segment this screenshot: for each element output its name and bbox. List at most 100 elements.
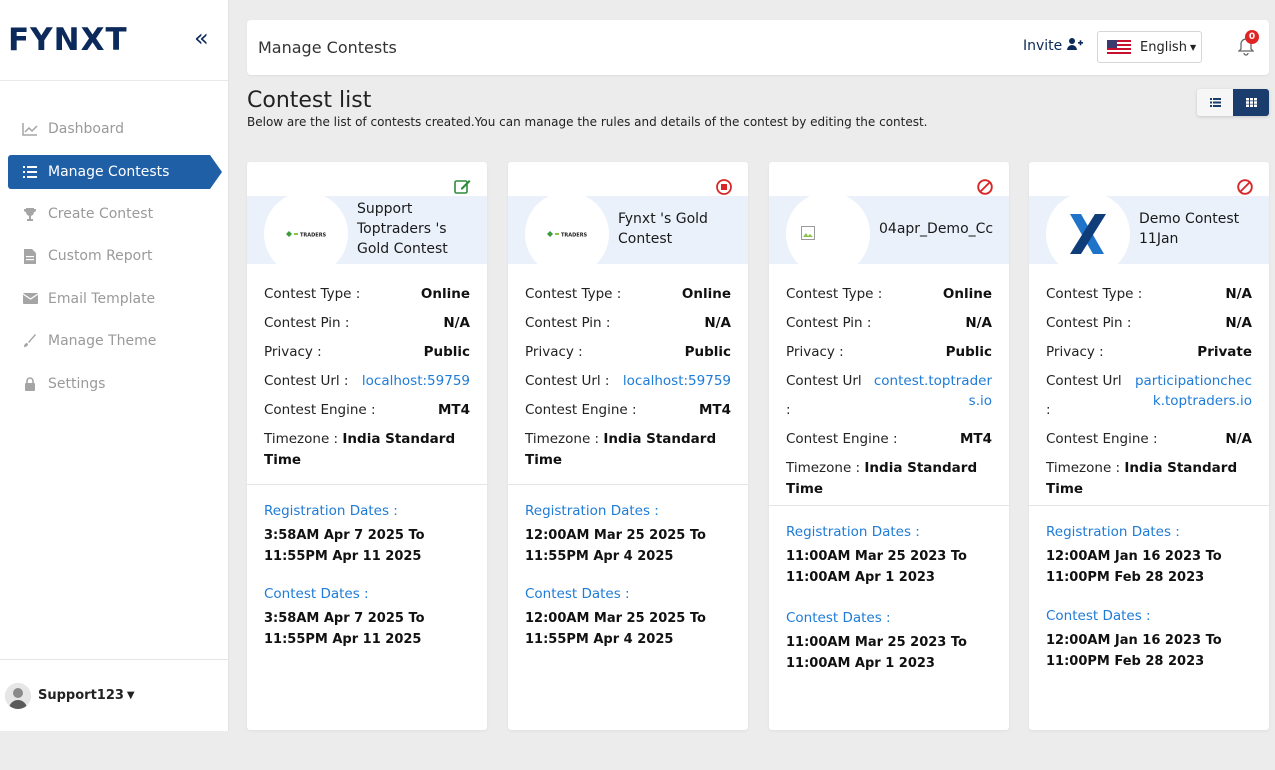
detail-pin: Contest Pin : N/A	[1046, 309, 1252, 338]
contest-dates-value: 12:00AM Mar 25 2025 To 11:55PM Apr 4 202…	[525, 609, 735, 650]
label: Contest Type :	[786, 286, 883, 302]
label: Timezone :	[1046, 460, 1121, 476]
sidebar-item-manage-theme[interactable]: Manage Theme	[0, 320, 229, 363]
contest-url-link[interactable]: participationcheck.toptraders.io	[1130, 367, 1252, 425]
divider	[247, 484, 487, 485]
notifications-button[interactable]: 0	[1237, 30, 1259, 60]
to: To	[950, 549, 967, 564]
value: N/A	[1225, 315, 1252, 331]
sidebar-item-label: Email Template	[48, 290, 156, 307]
caret-down-icon: ▼	[126, 690, 135, 701]
sidebar-item-custom-report[interactable]: Custom Report	[0, 235, 229, 278]
sidebar-item-create-contest[interactable]: Create Contest	[0, 193, 229, 236]
contest-dates: Contest Dates : 12:00AM Mar 25 2025 To 1…	[525, 586, 735, 650]
contest-url-link[interactable]: localhost:59759	[362, 367, 470, 396]
brush-icon	[22, 333, 38, 349]
collapse-sidebar-icon[interactable]: «	[194, 26, 209, 50]
registration-dates: Registration Dates : 11:00AM Mar 25 2023…	[786, 524, 996, 588]
value: Online	[681, 286, 731, 302]
contest-name: Support Toptraders 's Gold Contest	[357, 201, 448, 257]
detail-type: Contest Type : Online	[786, 280, 992, 309]
list-view-icon	[1209, 98, 1221, 107]
contest-dates-value: 11:00AM Mar 25 2023 To 11:00AM Apr 1 202…	[786, 633, 996, 674]
registration-label: Registration Dates :	[264, 503, 398, 519]
value: MT4	[437, 402, 470, 418]
detail-pin: Contest Pin : N/A	[786, 309, 992, 338]
trophy-icon	[22, 206, 38, 222]
contest-card: 04apr_Demo_Cc Contest Type : Online Conte…	[769, 162, 1009, 730]
language-select[interactable]: English ▼	[1097, 31, 1202, 63]
envelope-icon	[22, 291, 38, 307]
disabled-contest-button[interactable]	[977, 179, 993, 199]
top-bar: Manage Contests Invite English ▼ 0	[247, 20, 1269, 75]
contest-dates: Contest Dates : 11:00AM Mar 25 2023 To 1…	[786, 610, 996, 674]
contest-dates: Contest Dates : 12:00AM Jan 16 2023 To 1…	[1046, 608, 1256, 672]
detail-privacy: Privacy : Public	[525, 338, 731, 367]
detail-type: Contest Type : N/A	[1046, 280, 1252, 309]
contest-dates-label: Contest Dates :	[525, 586, 630, 602]
contest-details: Contest Type : Online Contest Pin : N/A Pr…	[525, 280, 731, 470]
sidebar-item-settings[interactable]: Settings	[0, 363, 229, 406]
stop-contest-button[interactable]	[716, 179, 732, 199]
value: Online	[942, 286, 992, 302]
sidebar-item-label: Custom Report	[48, 248, 153, 265]
label: Contest Type :	[1046, 286, 1143, 302]
contest-logo: TRADERS	[525, 192, 609, 276]
sidebar-item-manage-contests[interactable]: Manage Contests	[8, 154, 222, 189]
divider	[1029, 505, 1269, 506]
sidebar-item-label: Manage Theme	[48, 333, 157, 350]
svg-text:TRADERS: TRADERS	[561, 233, 588, 239]
user-plus-icon	[1067, 38, 1084, 54]
end: 11:00AM Apr 1 2023	[786, 655, 935, 671]
detail-type: Contest Type : Online	[264, 280, 470, 309]
sidebar-item-label: Settings	[48, 375, 106, 392]
contest-url-link[interactable]: localhost:59759	[623, 367, 731, 396]
value: N/A	[1225, 431, 1252, 447]
list-icon	[22, 164, 38, 180]
caret-down-icon: ▼	[1189, 42, 1197, 52]
edit-contest-button[interactable]	[454, 179, 471, 198]
detail-timezone: Timezone : India Standard Time	[525, 425, 731, 470]
label: Privacy :	[786, 344, 844, 360]
registration-label: Registration Dates :	[1046, 524, 1180, 540]
start: 12:00AM Jan 16 2023	[1046, 549, 1202, 564]
grid-view-icon	[1245, 98, 1257, 107]
lock-icon	[22, 376, 38, 392]
contest-dates-label: Contest Dates :	[1046, 608, 1151, 624]
sidebar-item-dashboard[interactable]: Dashboard	[0, 108, 229, 151]
registration-value: 3:58AM Apr 7 2025 To 11:55PM Apr 11 2025	[264, 526, 474, 567]
contest-name: Demo Contest 11Jan	[1139, 211, 1240, 247]
language-label: English	[1140, 39, 1187, 55]
sidebar-item-label: Create Contest	[48, 205, 154, 222]
invite-button[interactable]: Invite	[1023, 38, 1084, 54]
list-view-button[interactable]	[1197, 89, 1233, 116]
contest-dates: Contest Dates : 3:58AM Apr 7 2025 To 11:…	[264, 586, 474, 650]
brand-area: FYNXT «	[0, 0, 228, 81]
value: N/A	[1225, 286, 1252, 302]
sidebar-item-label: Dashboard	[48, 121, 124, 138]
view-toggle	[1197, 89, 1269, 116]
value: Online	[420, 286, 470, 302]
to: To	[408, 611, 425, 626]
sidebar-item-email-template[interactable]: Email Template	[0, 278, 229, 321]
label: Contest Engine :	[264, 402, 376, 418]
end: 11:00PM Feb 28 2023	[1046, 653, 1205, 669]
contest-card: Demo Contest 11Jan Contest Type : N/A Con…	[1029, 162, 1269, 730]
detail-timezone: Timezone : India Standard Time	[264, 425, 470, 470]
start: 11:00AM Mar 25 2023	[786, 635, 947, 650]
label: Contest Pin :	[264, 315, 350, 331]
contest-url-link[interactable]: contest.toptraders.io	[870, 367, 992, 425]
contest-logo	[786, 192, 870, 276]
label: Contest Url :	[264, 373, 349, 389]
page-subtitle: Below are the list of contests created.Y…	[247, 115, 928, 129]
grid-view-button[interactable]	[1233, 89, 1269, 116]
detail-url: Contest Url : localhost:59759	[525, 367, 731, 396]
disabled-contest-button[interactable]	[1237, 179, 1253, 199]
label: Privacy :	[1046, 344, 1104, 360]
detail-url: Contest Url : contest.toptraders.io	[786, 367, 992, 425]
value: N/A	[965, 315, 992, 331]
avatar	[5, 682, 31, 709]
invite-label: Invite	[1023, 38, 1063, 54]
user-menu[interactable]: Support123 ▼	[0, 659, 229, 731]
contest-dates-label: Contest Dates :	[264, 586, 369, 602]
